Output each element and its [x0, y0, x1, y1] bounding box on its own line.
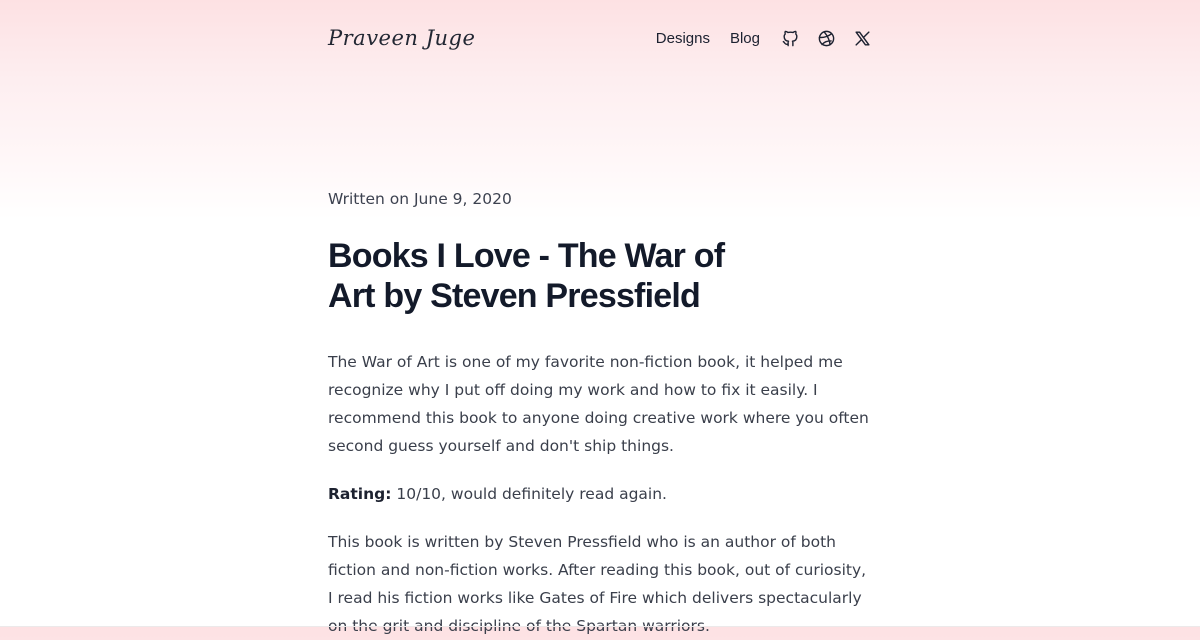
- main-nav: Designs Blog: [656, 18, 872, 58]
- github-icon[interactable]: [780, 28, 800, 48]
- site-logo[interactable]: Praveen Juge: [328, 18, 475, 58]
- post-paragraph-intro: The War of Art is one of my favorite non…: [328, 353, 869, 455]
- x-icon[interactable]: [852, 28, 872, 48]
- post-date: Written on June 9, 2020: [328, 190, 512, 208]
- site-header: Praveen Juge Designs Blog: [328, 18, 872, 58]
- dribbble-icon[interactable]: [816, 28, 836, 48]
- post-paragraph-author: This book is written by Steven Pressfiel…: [328, 533, 867, 635]
- nav-link-designs[interactable]: Designs: [656, 30, 710, 47]
- post-rating: Rating: 10/10, would definitely read aga…: [328, 480, 872, 508]
- rating-label: Rating:: [328, 485, 392, 503]
- post-title: Books I Love - The War of Art by Steven …: [328, 237, 725, 315]
- rating-text: 10/10, would definitely read again.: [391, 485, 667, 503]
- nav-link-blog[interactable]: Blog: [730, 30, 760, 47]
